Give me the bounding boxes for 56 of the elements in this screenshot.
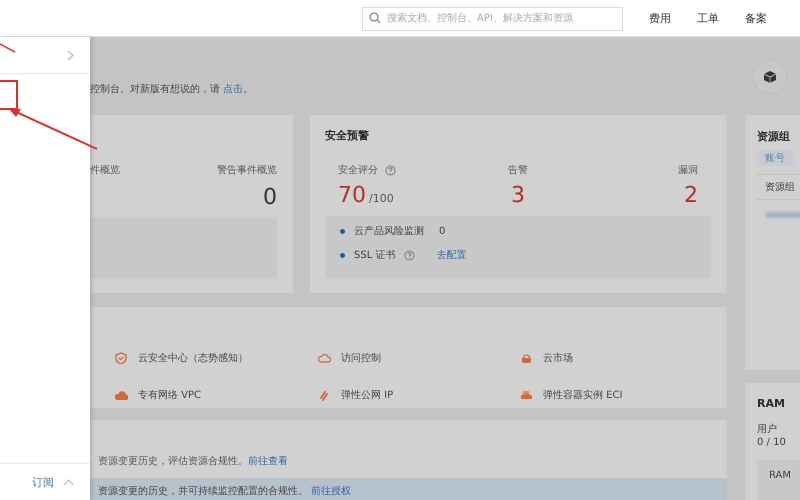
stat-value: 0 / 10	[757, 437, 787, 448]
metric-label: 漏洞	[678, 164, 698, 177]
configure-link[interactable]: 去配置	[436, 248, 466, 262]
view-link[interactable]: 前往查看	[248, 456, 288, 467]
metric-label: 件概览	[90, 164, 120, 177]
help-icon[interactable]	[385, 164, 396, 176]
product-link[interactable]: 云安全中心（态势感知）	[138, 351, 248, 365]
audit-description: 资源变更历史，评估资源合规性。前往查看	[97, 454, 289, 468]
card-title: 安全预警	[325, 128, 370, 143]
nav-link[interactable]: 工单	[697, 10, 719, 26]
check-label: 云产品风险监测	[354, 224, 424, 238]
cloud-outline-icon	[318, 352, 331, 364]
card-title: 资源组	[757, 129, 791, 144]
feedback-notice: 控制台。对新版有想说的，请 点击。	[90, 82, 254, 97]
card-title: RAM	[757, 397, 786, 410]
metric-label: 安全评分	[338, 164, 378, 177]
search-icon	[369, 12, 381, 24]
metric-value: 3	[511, 183, 525, 208]
product-link[interactable]: 云市场	[543, 351, 573, 365]
container-icon	[520, 389, 533, 401]
score-max: /100	[369, 192, 394, 205]
banner-text: 资源变更的历史，并可持续监控配置的合规性。 前往授权	[98, 486, 352, 497]
cube-button[interactable]	[753, 60, 787, 94]
chevron-right-icon[interactable]	[67, 50, 74, 60]
product-link[interactable]: 弹性容器实例 ECI	[543, 388, 622, 402]
metric-value: 70	[338, 183, 366, 208]
cloud-icon	[115, 389, 128, 401]
product-link[interactable]: 专有网络 VPC	[138, 388, 202, 402]
chevron-up-icon[interactable]	[63, 478, 74, 486]
product-link[interactable]: 弹性公网 IP	[341, 388, 394, 402]
bullet-icon	[340, 228, 345, 234]
check-count: 0	[439, 226, 446, 236]
shield-icon	[115, 352, 128, 364]
authorize-link[interactable]: 前往授权	[311, 486, 352, 497]
bullet-icon	[340, 252, 345, 258]
feedback-link[interactable]: 点击	[223, 84, 244, 95]
metric-value: 2	[684, 183, 698, 208]
subscribe-link[interactable]: 订阅	[32, 474, 54, 490]
metric-label: 警告事件概览	[217, 164, 277, 177]
inner-card-title: RAM	[769, 470, 792, 481]
search-field[interactable]: 搜索文档、控制台、API、解决方案和资源	[362, 6, 623, 30]
table-header: 资源组	[757, 174, 800, 200]
annotation-line	[0, 42, 16, 54]
product-link[interactable]: 访问控制	[341, 351, 381, 365]
check-label: SSL 证书	[354, 248, 396, 262]
blurred-text	[765, 212, 800, 218]
help-icon[interactable]	[404, 250, 416, 260]
metric-value: 0	[263, 185, 277, 210]
stat-label: 用户	[757, 422, 778, 436]
highlight-frame	[0, 80, 18, 110]
nav-link[interactable]: 备案	[745, 10, 767, 26]
market-icon	[520, 352, 533, 364]
metric-label: 告警	[508, 164, 528, 177]
nav-link[interactable]: 费用	[649, 10, 671, 26]
link-icon	[318, 389, 331, 401]
cube-icon	[763, 70, 777, 84]
